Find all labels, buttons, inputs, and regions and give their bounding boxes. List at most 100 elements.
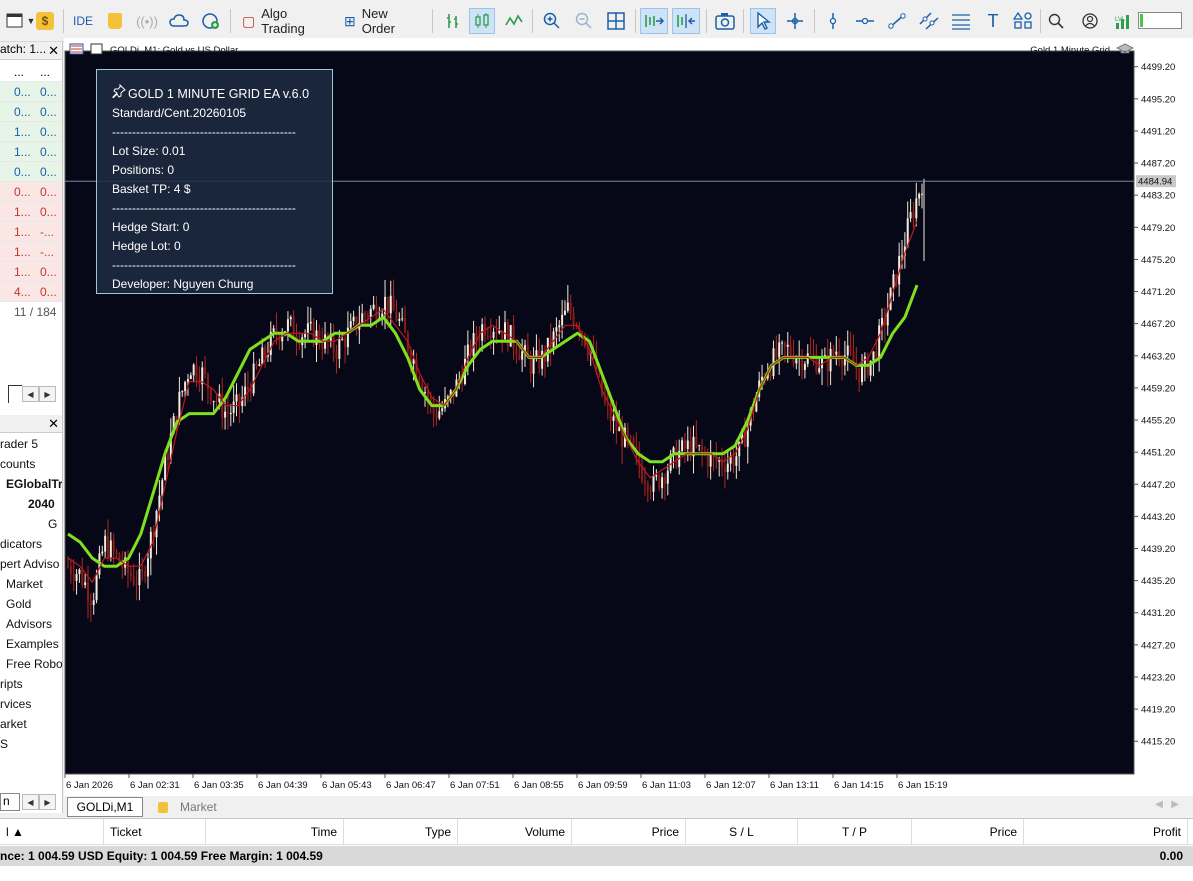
candle-body bbox=[375, 304, 378, 320]
candlestick-chart-icon[interactable] bbox=[469, 8, 495, 34]
navigator-item[interactable]: ripts bbox=[0, 677, 23, 691]
line-chart-icon[interactable] bbox=[501, 8, 527, 34]
navigator-item[interactable]: counts bbox=[0, 457, 35, 471]
close-icon[interactable]: ✕ bbox=[48, 43, 59, 59]
column-header[interactable]: Type bbox=[344, 819, 458, 845]
ask-value: 0... bbox=[40, 265, 57, 279]
tile-windows-icon[interactable] bbox=[603, 8, 629, 34]
trendline-icon[interactable] bbox=[884, 8, 910, 34]
deposit-icon[interactable]: $ bbox=[33, 8, 57, 34]
navigator-item[interactable]: pert Adviso bbox=[0, 557, 59, 571]
navigator-item[interactable]: rader 5 bbox=[0, 437, 38, 451]
zoom-out-icon[interactable] bbox=[571, 8, 597, 34]
navigator-item[interactable]: Market bbox=[6, 577, 43, 591]
bid-value: 0... bbox=[14, 85, 31, 99]
vertical-line-icon[interactable] bbox=[820, 8, 846, 34]
algo-trading-button[interactable]: ▢ Algo Trading bbox=[238, 6, 334, 36]
candle-body bbox=[626, 427, 629, 437]
column-header[interactable]: T / P bbox=[798, 819, 912, 845]
market-bag-icon[interactable] bbox=[104, 8, 126, 34]
market-watch-row[interactable]: 1... 0... bbox=[0, 122, 62, 142]
navigator-item[interactable]: Free Robo bbox=[6, 657, 62, 671]
market-watch-row[interactable]: 4... 0... bbox=[0, 282, 62, 302]
screenshot-camera-icon[interactable] bbox=[712, 8, 738, 34]
candle-body bbox=[649, 491, 652, 493]
scroll-right-icon[interactable]: ▶ bbox=[39, 386, 56, 402]
candle-body bbox=[663, 477, 666, 484]
scroll-left-icon[interactable]: ◀ bbox=[22, 386, 39, 402]
navigator-item[interactable]: S bbox=[0, 737, 8, 751]
column-header[interactable]: l ▲ bbox=[0, 819, 104, 845]
navigator-item[interactable]: 2040 bbox=[28, 497, 55, 511]
horizontal-line-icon[interactable] bbox=[852, 8, 878, 34]
channel-icon[interactable] bbox=[916, 8, 942, 34]
market-watch-row[interactable]: 0... 0... bbox=[0, 182, 62, 202]
navigator-tab[interactable]: n bbox=[0, 793, 20, 811]
navigator-item[interactable]: arket bbox=[0, 717, 27, 731]
navigator-item[interactable]: dicators bbox=[0, 537, 42, 551]
navigator-item[interactable]: G bbox=[48, 517, 57, 531]
zoom-in-icon[interactable] bbox=[539, 8, 565, 34]
column-header[interactable]: Profit bbox=[1024, 819, 1188, 845]
market-watch-row[interactable]: 1... 0... bbox=[0, 202, 62, 222]
chart-window[interactable]: GOLDi, M1: Gold vs US Dollar Gold 1 Minut… bbox=[64, 38, 1193, 796]
column-header[interactable]: Price bbox=[572, 819, 686, 845]
candle-body bbox=[429, 398, 432, 401]
chart-shift-icon[interactable] bbox=[672, 8, 700, 34]
text-tool-icon[interactable]: T bbox=[980, 8, 1006, 34]
column-header[interactable]: Price bbox=[912, 819, 1024, 845]
market-watch-row[interactable]: ...... bbox=[0, 62, 62, 82]
column-header[interactable]: Ticket bbox=[104, 819, 206, 845]
market-watch-row[interactable]: 1... 0... bbox=[0, 262, 62, 282]
market-watch-row[interactable]: 1... -... bbox=[0, 242, 62, 262]
candle-body bbox=[84, 582, 87, 586]
candle-body bbox=[558, 325, 561, 328]
market-watch-row[interactable]: 0... 0... bbox=[0, 102, 62, 122]
scroll-right-icon[interactable]: ▶ bbox=[39, 794, 56, 810]
auto-scroll-icon[interactable] bbox=[640, 8, 668, 34]
fibonacci-icon[interactable] bbox=[948, 8, 974, 34]
navigator-item[interactable]: Advisors bbox=[6, 617, 52, 631]
candle-body bbox=[441, 408, 444, 412]
candle-body bbox=[915, 198, 918, 219]
bar-chart-icon[interactable] bbox=[440, 8, 466, 34]
search-icon[interactable] bbox=[1044, 8, 1068, 34]
tabs-scroll-icon[interactable]: ◀ ▶ bbox=[1155, 799, 1179, 810]
close-icon[interactable]: ✕ bbox=[48, 416, 59, 432]
navigator-item[interactable]: Gold bbox=[6, 597, 31, 611]
candle-body bbox=[812, 353, 815, 355]
candle-body bbox=[841, 360, 844, 366]
market-watch-row[interactable]: 0... 0... bbox=[0, 82, 62, 102]
web-terminal-icon[interactable] bbox=[198, 8, 224, 34]
scroll-left-icon[interactable]: ◀ bbox=[22, 794, 39, 810]
shapes-icon[interactable] bbox=[1010, 8, 1036, 34]
bid-value: 1... bbox=[14, 125, 31, 139]
candle-body bbox=[569, 302, 572, 314]
candle-body bbox=[666, 470, 669, 484]
column-header[interactable]: Time bbox=[206, 819, 344, 845]
chart-tabs: GOLDi,M1 Market ◀ ▶ bbox=[64, 796, 1193, 818]
crosshair-icon[interactable] bbox=[782, 8, 808, 34]
candle-body bbox=[135, 584, 138, 586]
candle-body bbox=[686, 440, 689, 449]
market-watch-row[interactable]: 1... -... bbox=[0, 222, 62, 242]
new-window-icon[interactable] bbox=[4, 8, 26, 34]
market-watch-row[interactable]: 1... 0... bbox=[0, 142, 62, 162]
navigator-item[interactable]: EGlobalTr bbox=[6, 477, 62, 491]
account-icon[interactable] bbox=[1078, 8, 1102, 34]
signals-icon[interactable]: ((•)) bbox=[134, 8, 160, 34]
column-header[interactable]: S / L bbox=[686, 819, 798, 845]
vps-cloud-icon[interactable] bbox=[166, 8, 192, 34]
candle-body bbox=[364, 313, 367, 316]
balance-summary: nce: 1 004.59 USD Equity: 1 004.59 Free … bbox=[0, 849, 323, 863]
new-order-button[interactable]: ⊞ New Order bbox=[340, 6, 426, 36]
column-header[interactable]: Volume bbox=[458, 819, 572, 845]
navigator-item[interactable]: rvices bbox=[0, 697, 31, 711]
ide-button[interactable]: IDE bbox=[69, 8, 97, 34]
market-watch-row[interactable]: 0... 0... bbox=[0, 162, 62, 182]
cursor-icon[interactable] bbox=[750, 8, 776, 34]
candle-body bbox=[204, 367, 207, 374]
navigator-item[interactable]: Examples bbox=[6, 637, 59, 651]
tab-market[interactable]: Market bbox=[158, 800, 217, 814]
tab-goldi-m1[interactable]: GOLDi,M1 bbox=[67, 797, 143, 817]
